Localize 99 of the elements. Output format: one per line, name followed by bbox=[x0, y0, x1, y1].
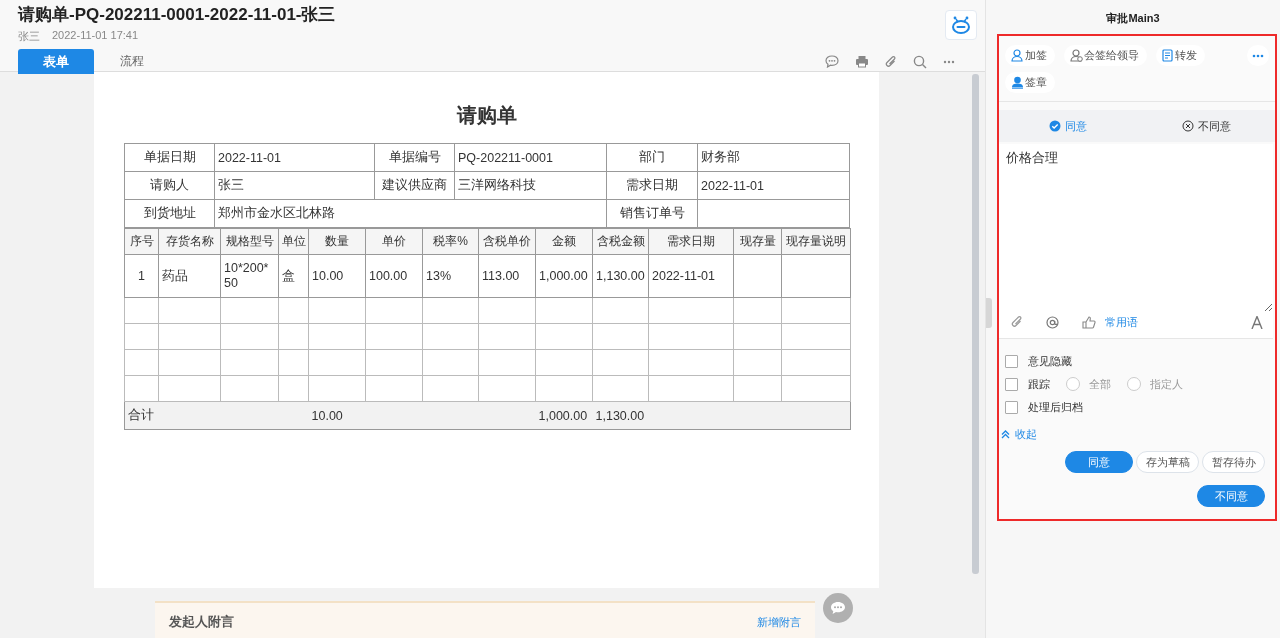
document-icon bbox=[1162, 49, 1174, 62]
column-header: 现存量 bbox=[733, 228, 782, 255]
field-label: 请购人 bbox=[124, 171, 215, 200]
table-cell: 10.00 bbox=[308, 254, 366, 298]
opinion-tab[interactable]: 不同意 bbox=[1137, 110, 1275, 142]
collapse-handle[interactable] bbox=[986, 298, 992, 328]
tab[interactable]: 流程 bbox=[94, 49, 170, 74]
mention-icon[interactable] bbox=[1046, 315, 1059, 329]
total-value: 10.00 bbox=[311, 408, 343, 423]
radio-button[interactable] bbox=[1066, 377, 1080, 391]
field-value: 张三 bbox=[214, 171, 375, 200]
person-icon bbox=[1011, 49, 1024, 62]
comment-editor[interactable]: 价格合理 常用语 bbox=[999, 144, 1273, 339]
radio-button[interactable] bbox=[1127, 377, 1141, 391]
comment-icon[interactable] bbox=[825, 55, 839, 68]
chat-icon bbox=[830, 601, 846, 615]
table-cell: 2022-11-01 bbox=[648, 254, 734, 298]
table-cell: 100.00 bbox=[365, 254, 423, 298]
column-header: 数量 bbox=[308, 228, 366, 255]
field-value: 郑州市金水区北林路 bbox=[214, 199, 607, 228]
action-button[interactable]: 不同意 bbox=[1197, 485, 1265, 507]
column-header: 单价 bbox=[365, 228, 423, 255]
radio-label: 指定人 bbox=[1150, 376, 1183, 392]
chevrons-up-icon bbox=[1001, 430, 1010, 439]
font-icon[interactable] bbox=[1251, 315, 1263, 329]
field-value: 2022-11-01 bbox=[697, 171, 850, 200]
column-header: 规格型号 bbox=[220, 228, 279, 255]
phrases-link[interactable]: 常用语 bbox=[1105, 314, 1138, 330]
author-name: 张三 bbox=[18, 29, 40, 44]
paperclip-icon[interactable] bbox=[1011, 315, 1023, 329]
action-button[interactable]: 会签给领导 bbox=[1064, 45, 1147, 66]
table-cell: 1,130.00 bbox=[592, 254, 649, 298]
table-cell: 1,000.00 bbox=[535, 254, 593, 298]
field-label: 销售订单号 bbox=[606, 199, 698, 228]
more-icon bbox=[1252, 53, 1264, 58]
option-label: 处理后归档 bbox=[1028, 399, 1083, 415]
column-header: 含税单价 bbox=[478, 228, 536, 255]
column-header: 金额 bbox=[535, 228, 593, 255]
field-label: 单据日期 bbox=[124, 143, 215, 172]
opinion-tab[interactable]: 同意 bbox=[999, 110, 1137, 142]
action-button[interactable]: 签章 bbox=[1005, 72, 1055, 93]
checkbox[interactable] bbox=[1005, 354, 1018, 368]
column-header: 序号 bbox=[124, 228, 159, 255]
table-cell: 13% bbox=[422, 254, 479, 298]
field-value: PQ-202211-0001 bbox=[454, 143, 607, 172]
option-label: 意见隐藏 bbox=[1028, 353, 1072, 369]
scrollbar[interactable] bbox=[972, 74, 979, 574]
more-button[interactable] bbox=[1247, 45, 1269, 66]
cross-circle-icon bbox=[1181, 120, 1194, 132]
printer-icon[interactable] bbox=[855, 55, 869, 68]
table-cell: 10*200*50 bbox=[220, 254, 279, 298]
collapse-link[interactable]: 收起 bbox=[1001, 427, 1037, 442]
more-icon[interactable] bbox=[943, 59, 955, 64]
action-button[interactable]: 同意 bbox=[1065, 451, 1133, 473]
field-label: 单据编号 bbox=[374, 143, 455, 172]
column-header: 存货名称 bbox=[158, 228, 221, 255]
note-title: 发起人附言 bbox=[169, 613, 234, 631]
column-header: 单位 bbox=[278, 228, 309, 255]
people-icon bbox=[1070, 49, 1083, 62]
timestamp: 2022-11-01 17:41 bbox=[52, 29, 139, 43]
field-label: 需求日期 bbox=[606, 171, 698, 200]
thumbs-up-icon[interactable] bbox=[1082, 315, 1096, 329]
table-cell: 113.00 bbox=[478, 254, 536, 298]
checkbox[interactable] bbox=[1005, 377, 1018, 391]
search-icon[interactable] bbox=[913, 54, 927, 69]
panel-title: 审批Main3 bbox=[1105, 11, 1161, 26]
column-header: 税率% bbox=[422, 228, 479, 255]
table-cell: 盒 bbox=[278, 254, 309, 298]
field-label: 到货地址 bbox=[124, 199, 215, 228]
assistant-button[interactable] bbox=[945, 10, 977, 40]
robot-icon bbox=[951, 16, 971, 34]
add-note-link[interactable]: 新增附言 bbox=[757, 614, 801, 630]
column-header: 含税金额 bbox=[592, 228, 649, 255]
chat-button[interactable] bbox=[823, 593, 853, 623]
tab[interactable]: 表单 bbox=[18, 49, 94, 74]
total-value: 1,000.00 bbox=[538, 408, 588, 423]
action-button[interactable]: 存为草稿 bbox=[1136, 451, 1199, 473]
field-value: 2022-11-01 bbox=[214, 143, 375, 172]
checkbox[interactable] bbox=[1005, 400, 1018, 414]
stamp-icon bbox=[1011, 76, 1024, 89]
action-button[interactable]: 暂存待办 bbox=[1202, 451, 1265, 473]
column-header: 需求日期 bbox=[648, 228, 734, 255]
table-cell: 药品 bbox=[158, 254, 221, 298]
field-label: 建议供应商 bbox=[374, 171, 455, 200]
option-label: 跟踪 bbox=[1028, 376, 1050, 392]
field-label: 部门 bbox=[606, 143, 698, 172]
page-title: 请购单-PQ-202211-0001-2022-11-01-张三 bbox=[18, 5, 337, 25]
check-circle-icon bbox=[1049, 120, 1061, 132]
document-title: 请购单 bbox=[455, 103, 518, 128]
table-cell: 1 bbox=[124, 254, 159, 298]
total-value: 1,130.00 bbox=[595, 408, 645, 423]
field-value: 财务部 bbox=[697, 143, 850, 172]
paperclip-icon[interactable] bbox=[885, 54, 897, 69]
action-button[interactable]: 转发 bbox=[1156, 45, 1205, 66]
action-button[interactable]: 加签 bbox=[1005, 45, 1055, 66]
total-label: 合计 bbox=[128, 408, 154, 422]
radio-label: 全部 bbox=[1089, 376, 1111, 392]
field-value: 三洋网络科技 bbox=[454, 171, 607, 200]
column-header: 现存量说明 bbox=[781, 228, 851, 255]
